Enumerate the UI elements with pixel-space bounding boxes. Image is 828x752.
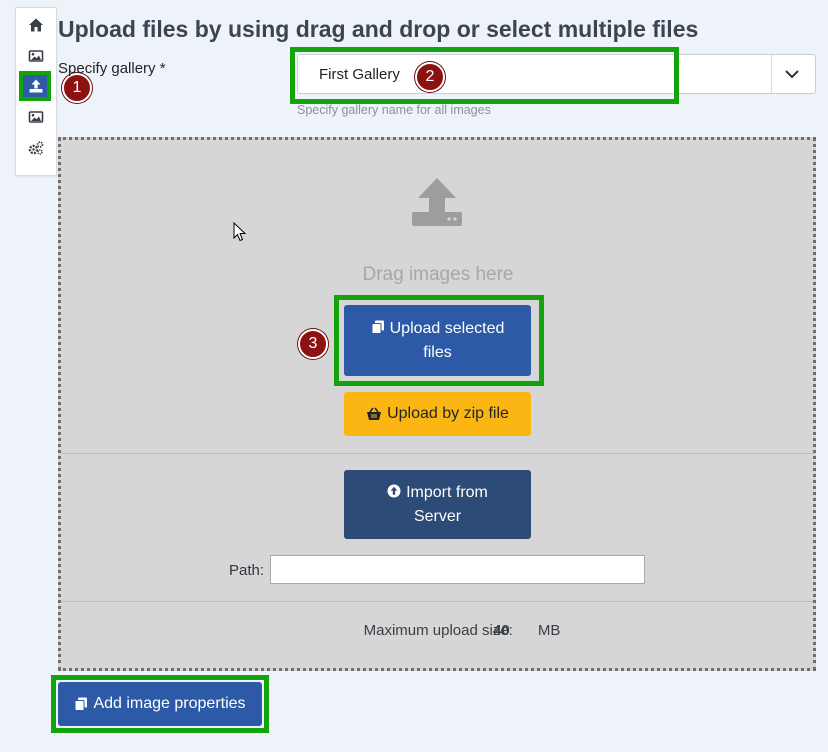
divider — [61, 601, 813, 602]
cogs-icon — [28, 141, 44, 155]
gallery-select-value: First Gallery — [319, 66, 400, 83]
upload-zip-label: Upload by zip file — [387, 405, 509, 422]
toolbar-upload[interactable] — [16, 71, 56, 101]
page-title: Upload files by using drag and drop or s… — [58, 16, 699, 42]
toolbar-images-2[interactable] — [16, 102, 56, 132]
image-icon — [28, 50, 44, 62]
gallery-label: Specify gallery * — [58, 60, 166, 77]
upload-selected-files-label: Upload selected files — [389, 319, 505, 361]
copy-icon — [74, 697, 88, 711]
mouse-cursor-icon — [233, 222, 247, 242]
copy-icon — [371, 320, 384, 334]
home-icon — [29, 18, 43, 32]
annotation-badge-2: 2 — [415, 62, 445, 92]
gallery-select[interactable]: First Gallery — [297, 54, 816, 94]
upload-icon — [412, 178, 462, 226]
chevron-down-icon[interactable] — [783, 65, 801, 83]
annotation-badge-1: 1 — [62, 73, 92, 103]
toolbar-settings[interactable] — [16, 133, 56, 163]
max-size-unit: MB — [537, 622, 561, 639]
import-from-server-button[interactable]: Import from Server — [344, 470, 531, 539]
add-image-properties-label: Add image properties — [93, 695, 246, 712]
import-from-server-label: Import from Server — [406, 483, 488, 525]
image-icon — [28, 111, 44, 123]
annotation-badge-3: 3 — [298, 329, 328, 359]
basket-icon — [367, 407, 382, 420]
side-toolbar — [15, 7, 57, 176]
drag-images-text: Drag images here — [362, 264, 514, 285]
gallery-hint: Specify gallery name for all images — [297, 103, 491, 117]
add-image-properties-button[interactable]: Add image properties — [58, 682, 262, 726]
toolbar-images[interactable] — [16, 41, 56, 71]
arrow-circle-up-icon — [387, 484, 401, 497]
max-upload-size: Maximum upload size: 40 MB — [0, 622, 828, 639]
upload-zip-button[interactable]: Upload by zip file — [344, 392, 531, 436]
path-label: Path: — [229, 562, 265, 579]
upload-icon — [29, 79, 43, 93]
path-input[interactable] — [270, 555, 645, 584]
upload-selected-files-button[interactable]: Upload selected files — [344, 305, 531, 376]
divider — [61, 453, 813, 454]
toolbar-home[interactable] — [16, 10, 56, 40]
max-size-prefix: Maximum upload size: — [363, 622, 513, 639]
